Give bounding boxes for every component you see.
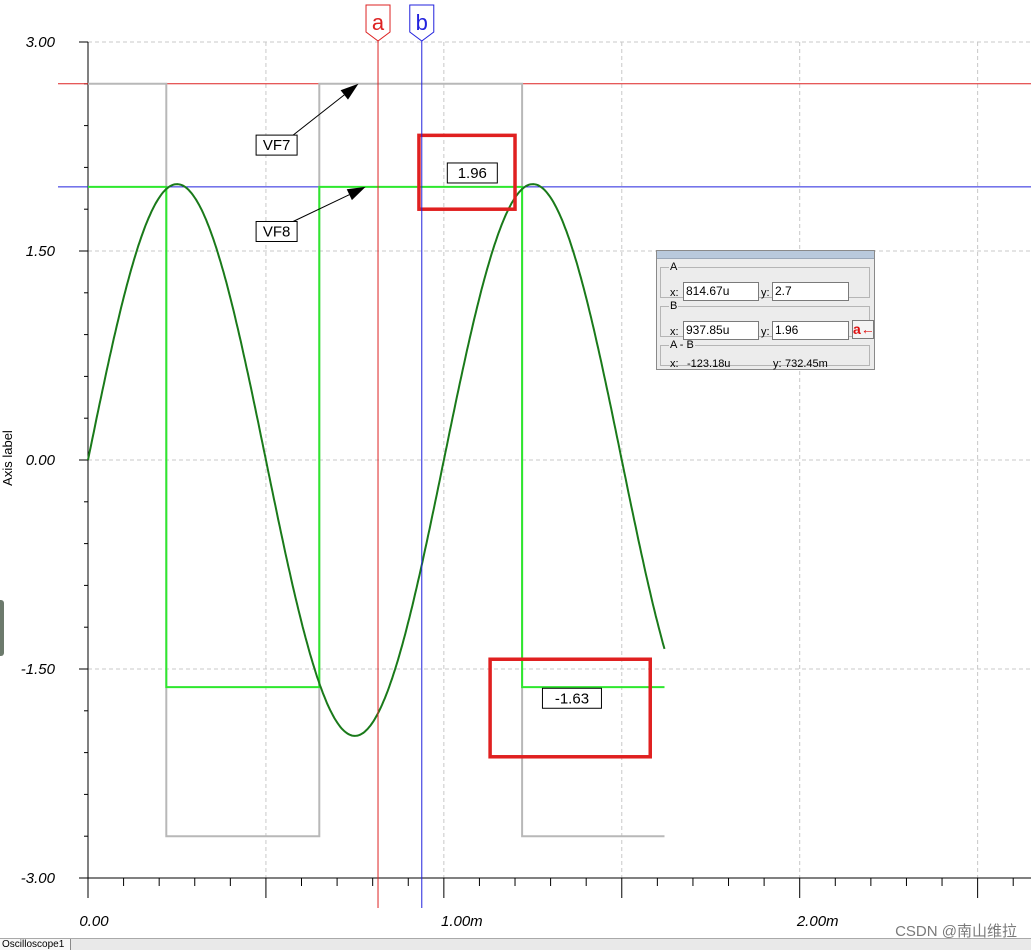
oscilloscope-plot: 3.001.500.00-1.50-3.000.00 1.00m 2.00m ab … [0,4,1031,930]
tab-bar: Oscilloscope1 [0,938,1031,950]
cursor-a-y-prefix: y: [761,287,770,299]
annotation-label: -1.63 [555,690,589,707]
annotation-arrowhead [340,83,359,100]
highlight-box-layer [417,133,652,759]
cursor-b-y-field[interactable]: 1.96 [772,321,849,340]
cursor-diff-group: A - B x: -123.18u y: 732.45m [660,339,870,370]
cursor-a-y-field[interactable]: 2.7 [772,282,849,301]
cursor-b-group-label: B [670,300,678,312]
cursor-b-x-prefix: x: [670,326,679,338]
cursor-diff-x-value: -123.18u [687,358,731,370]
cursor-diff-y-prefix: y: [773,358,782,370]
cursor-readout-panel[interactable]: A x: 814.67u y: 2.7 B x: 937.85u y: 1.96… [656,250,875,370]
annotation-label: 1.96 [458,165,487,182]
x-tick-label: 0.00 [79,913,109,930]
cursor-diff-x-prefix: x: [670,358,679,370]
annotation-arrowhead [346,186,366,201]
annotation-label: VF7 [263,137,291,154]
cursor-a-group: A x: 814.67u y: 2.7 [660,261,870,301]
cursor-b-group: B x: 937.85u y: 1.96 a← [660,300,875,340]
annotation-label: VF8 [263,223,291,240]
side-panel-handle[interactable] [0,600,4,656]
cursor-diff-group-label: A - B [670,339,694,351]
cursor-layer[interactable]: ab [365,4,435,908]
y-tick-label: -3.00 [21,870,56,887]
cursor-b-label: b [416,10,428,35]
cursor-diff-y-value: 732.45m [785,358,828,370]
swap-cursor-button[interactable]: a← [852,320,875,339]
y-tick-label: -1.50 [21,661,56,678]
clipped-square-series-line [88,185,665,689]
cursor-a-label: a [372,10,385,35]
y-axis-title: Axis label [0,430,15,486]
tab-oscilloscope1[interactable]: Oscilloscope1 [0,939,72,950]
cursor-a[interactable]: a [365,4,391,908]
cursor-a-group-label: A [670,261,678,273]
cursor-b[interactable]: b [409,4,435,908]
annotation-layer: VF7 VF8 1.96 -1.63 [255,83,602,709]
y-tick-label: 0.00 [26,452,56,469]
x-tick-label: 1.00m [441,913,483,930]
cursor-a-x-field[interactable]: 814.67u [683,282,759,301]
axes-layer: 3.00 1.50 0.00 -1.50 -3.00 0.00 1.00m 2.00m [21,34,1031,930]
cursor-b-y-prefix: y: [761,326,770,338]
grid-layer [88,41,1031,879]
y-tick-label: 1.50 [26,243,56,260]
y-tick-label: 3.00 [26,34,56,51]
annotation-leader [292,194,350,222]
x-tick-label: 2.00m [796,913,839,930]
cursor-a-x-prefix: x: [670,287,679,299]
cursor-b-x-field[interactable]: 937.85u [683,321,759,340]
readout-titlebar[interactable] [657,251,874,259]
